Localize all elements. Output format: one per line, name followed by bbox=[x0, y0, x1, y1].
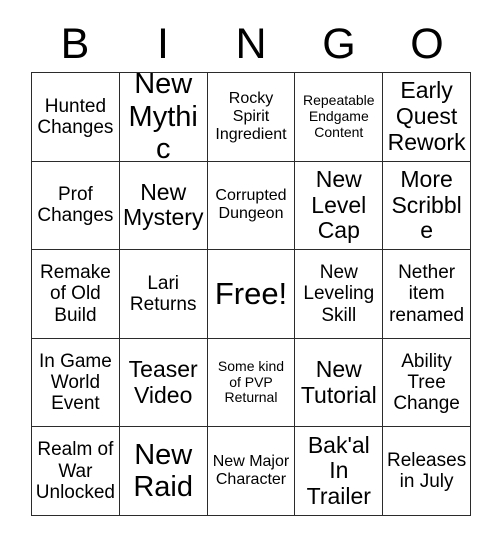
bingo-header-letter-o: O bbox=[410, 19, 444, 68]
bingo-cell-label: Some kind of PVP Returnal bbox=[217, 358, 285, 406]
bingo-cell-label: More Scribble bbox=[391, 165, 462, 244]
bingo-cell-label: Repeatable Endgame Content bbox=[302, 92, 375, 140]
bingo-header-letter-n: N bbox=[235, 19, 267, 68]
bingo-header-letter-b: B bbox=[60, 19, 90, 68]
bingo-free-space[interactable]: Free! bbox=[207, 250, 296, 339]
bingo-cell-label: New Mythic bbox=[128, 73, 198, 162]
bingo-cell[interactable]: Some kind of PVP Returnal bbox=[207, 338, 296, 428]
bingo-card: B I N G O Hunted Changes New Mythic Rocky Spir… bbox=[0, 0, 500, 544]
bingo-cell[interactable]: New Tutorial bbox=[295, 338, 384, 428]
bingo-cell[interactable]: New Raid bbox=[119, 427, 208, 516]
bingo-cell[interactable]: Early Quest Rework bbox=[383, 73, 471, 162]
bingo-cell[interactable]: Realm of War Unlocked bbox=[32, 427, 120, 516]
bingo-cell-label: New Mystery bbox=[122, 178, 204, 231]
bingo-cell-label: New Major Character bbox=[212, 453, 290, 489]
bingo-cell[interactable]: Remake of Old Build bbox=[32, 250, 120, 339]
bingo-cell[interactable]: More Scribble bbox=[383, 161, 471, 251]
bingo-header: BINGO bbox=[31, 16, 471, 72]
bingo-cell[interactable]: New Mystery bbox=[119, 161, 208, 251]
bingo-cell-label: Bak'al In Trailer bbox=[306, 431, 371, 510]
bingo-cell[interactable]: New Level Cap bbox=[295, 161, 384, 251]
bingo-cell-label: Prof Changes bbox=[37, 184, 114, 227]
bingo-cell-label: Ability Tree Change bbox=[393, 350, 460, 415]
bingo-header-letter-g: G bbox=[322, 19, 356, 68]
bingo-cell-label: Hunted Changes bbox=[37, 95, 114, 138]
bingo-cell-label: Releases in July bbox=[386, 449, 467, 493]
bingo-cell[interactable]: Prof Changes bbox=[32, 161, 120, 251]
bingo-cell[interactable]: Repeatable Endgame Content bbox=[295, 73, 384, 162]
bingo-cell-label: Teaser Video bbox=[128, 355, 198, 408]
bingo-cell[interactable]: New Mythic bbox=[119, 73, 208, 162]
bingo-cell-label: Nether item renamed bbox=[389, 262, 465, 326]
bingo-cell-label: In Game World Event bbox=[38, 350, 112, 415]
bingo-cell[interactable]: Nether item renamed bbox=[383, 250, 471, 339]
bingo-cell-label: Remake of Old Build bbox=[40, 262, 111, 326]
bingo-cell[interactable]: Corrupted Dungeon bbox=[207, 161, 296, 251]
bingo-cell-label: Corrupted Dungeon bbox=[215, 187, 287, 223]
bingo-cell[interactable]: Releases in July bbox=[383, 427, 471, 516]
bingo-cell[interactable]: Ability Tree Change bbox=[383, 338, 471, 428]
bingo-cell-label: New Level Cap bbox=[311, 165, 367, 244]
bingo-header-letter-i: I bbox=[157, 19, 169, 68]
bingo-cell-label: Early Quest Rework bbox=[387, 77, 466, 155]
bingo-cell[interactable]: Rocky Spirit Ingredient bbox=[207, 73, 296, 162]
bingo-cell[interactable]: In Game World Event bbox=[32, 338, 120, 428]
bingo-cell[interactable]: Lari Returns bbox=[119, 250, 208, 339]
bingo-cell[interactable]: Hunted Changes bbox=[32, 73, 120, 162]
bingo-cell[interactable]: New Leveling Skill bbox=[295, 250, 384, 339]
bingo-cell[interactable]: Bak'al In Trailer bbox=[295, 427, 384, 516]
bingo-cell[interactable]: Teaser Video bbox=[119, 338, 208, 428]
bingo-cell-label: New Raid bbox=[133, 438, 194, 504]
bingo-cell[interactable]: New Major Character bbox=[207, 427, 296, 516]
bingo-cell-label: Realm of War Unlocked bbox=[35, 439, 115, 503]
bingo-cell-label: Lari Returns bbox=[129, 272, 197, 315]
bingo-cell-label: Free! bbox=[214, 275, 288, 311]
bingo-cell-label: New Leveling Skill bbox=[303, 262, 375, 326]
bingo-cell-label: Rocky Spirit Ingredient bbox=[215, 89, 287, 143]
bingo-grid: Hunted Changes New Mythic Rocky Spirit Ing… bbox=[31, 72, 471, 516]
bingo-cell-label: New Tutorial bbox=[300, 355, 377, 408]
